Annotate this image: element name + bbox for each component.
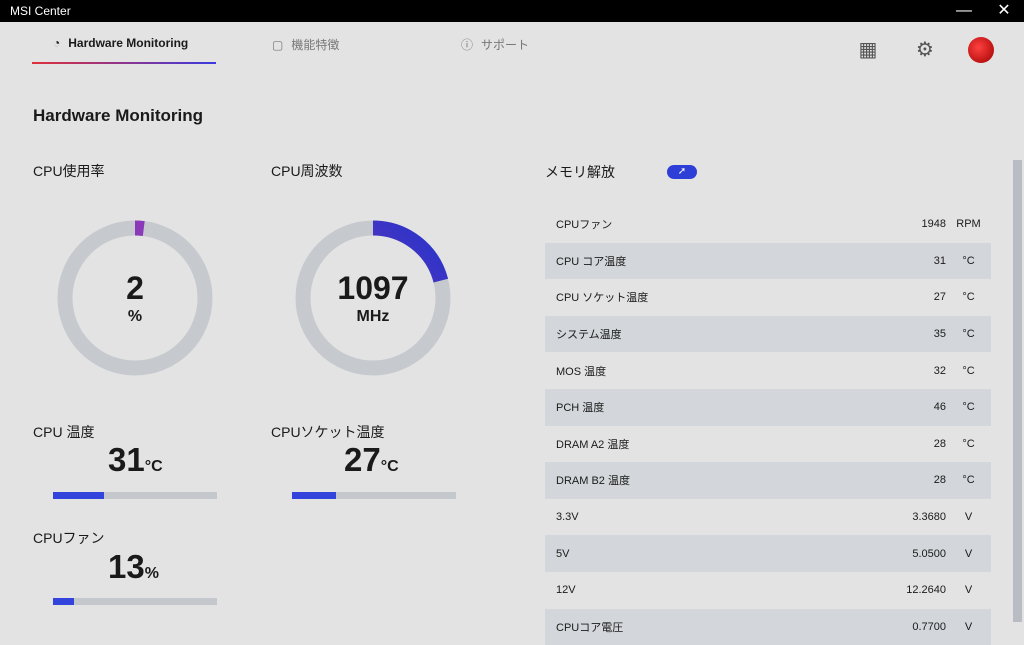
sensor-unit: V xyxy=(964,547,973,560)
sensor-value: 5.0500 xyxy=(912,547,946,560)
sensor-name: CPU ソケット温度 xyxy=(556,292,649,305)
sensor-name: 3.3V xyxy=(556,511,579,524)
sensor-value: 35 xyxy=(933,328,946,341)
sensor-unit: V xyxy=(964,584,973,597)
value: 31 xyxy=(108,441,145,478)
tab-label: Hardware Monitoring xyxy=(68,36,189,50)
gauge-icon: ◔ xyxy=(53,36,61,50)
table-row: CPU コア温度 31 °C xyxy=(545,242,991,280)
sensor-name: CPUファン xyxy=(556,219,613,232)
value: 27 xyxy=(344,441,381,478)
sensor-value: 27 xyxy=(933,291,946,304)
sensor-unit: °C xyxy=(962,291,975,304)
cpu-fan-label: CPUファン xyxy=(33,530,105,546)
title-bar: MSI Center — ✕ xyxy=(0,0,1024,22)
sensor-value: 32 xyxy=(933,364,946,377)
tab-label: 機能特徴 xyxy=(291,38,340,52)
tab-label: サポート xyxy=(481,38,530,52)
page-title: Hardware Monitoring xyxy=(33,106,204,125)
sensor-unit: °C xyxy=(962,401,975,414)
scrollbar[interactable] xyxy=(1013,160,1022,622)
sensor-value: 46 xyxy=(933,401,946,414)
table-row: 12V 12.2640 V xyxy=(545,572,991,609)
tab-hardware-monitoring[interactable]: ◔ Hardware Monitoring xyxy=(53,36,188,50)
cpu-freq-gauge: 1097 MHz xyxy=(293,218,453,378)
table-row: DRAM B2 温度 28 °C xyxy=(545,462,991,499)
cpu-freq-value: 1097 xyxy=(337,270,409,306)
unit: °C xyxy=(144,458,163,475)
cpu-usage-gauge: 2 % xyxy=(55,218,215,378)
table-row: PCH 温度 46 °C xyxy=(545,388,991,426)
memory-release-button[interactable]: ➚ xyxy=(667,165,697,179)
cpu-freq-unit: MHz xyxy=(356,308,390,325)
sensor-unit: V xyxy=(964,620,973,633)
sensor-value: 3.3680 xyxy=(912,511,946,524)
sensor-name: 12V xyxy=(556,584,576,597)
unit: °C xyxy=(380,458,399,475)
table-row: DRAM A2 温度 28 °C xyxy=(545,426,991,463)
sensor-name: CPU コア温度 xyxy=(556,255,627,268)
apps-grid-icon[interactable]: ▦ xyxy=(856,38,880,62)
table-row: MOS 温度 32 °C xyxy=(545,352,991,389)
sensor-unit: RPM xyxy=(956,218,981,231)
cpu-usage-label: CPU使用率 xyxy=(33,163,105,179)
sensor-value: 28 xyxy=(933,437,946,450)
cpu-fan-value: 13% xyxy=(108,548,159,586)
cpu-temp-value: 31°C xyxy=(108,441,163,479)
sensor-table: CPUファン 1948 RPM CPU コア温度 31 °C CPU ソケット温度 27 °C シ… xyxy=(545,206,991,645)
sensor-name: システム温度 xyxy=(556,329,622,342)
sensor-value: 0.7700 xyxy=(912,620,946,633)
sensor-name: 5V xyxy=(556,547,570,560)
sensor-unit: °C xyxy=(962,328,975,341)
sensor-name: PCH 温度 xyxy=(556,402,605,415)
sensor-value: 1948 xyxy=(921,218,946,231)
sensor-unit: °C xyxy=(962,364,975,377)
socket-temp-value: 27°C xyxy=(344,441,399,479)
tab-support[interactable]: ⓘ サポート xyxy=(461,36,529,53)
socket-temp-label: CPUソケット温度 xyxy=(271,424,385,440)
cpu-temp-label: CPU 温度 xyxy=(33,424,95,440)
close-button[interactable]: ✕ xyxy=(984,0,1024,22)
tab-features[interactable]: ▢ 機能特徴 xyxy=(272,36,339,53)
gear-icon[interactable]: ⚙ xyxy=(913,38,937,62)
table-row: 5V 5.0500 V xyxy=(545,535,991,572)
avatar[interactable] xyxy=(968,37,994,63)
cpu-usage-unit: % xyxy=(127,308,143,325)
sensor-name: DRAM A2 温度 xyxy=(556,438,630,451)
sensor-unit: V xyxy=(964,511,973,524)
sensor-unit: °C xyxy=(962,254,975,267)
table-row: CPUコア電圧 0.7700 V xyxy=(545,608,991,645)
sensor-unit: °C xyxy=(962,437,975,450)
memory-release-label: メモリ解放 xyxy=(545,164,615,180)
table-row: 3.3V 3.3680 V xyxy=(545,499,991,536)
cpu-usage-value: 2 xyxy=(126,270,144,306)
sensor-value: 28 xyxy=(933,474,946,487)
cpu-temp-bar xyxy=(53,492,217,499)
sensor-name: CPUコア電圧 xyxy=(556,621,624,634)
socket-temp-bar xyxy=(292,492,456,499)
unit: % xyxy=(144,565,159,582)
minimize-button[interactable]: — xyxy=(944,0,984,22)
table-row: CPUファン 1948 RPM xyxy=(545,206,991,243)
table-row: CPU ソケット温度 27 °C xyxy=(545,279,991,316)
active-tab-indicator xyxy=(32,62,216,64)
sensor-name: MOS 温度 xyxy=(556,365,607,378)
cpu-freq-label: CPU周波数 xyxy=(271,163,343,179)
support-icon: ⓘ xyxy=(461,38,474,52)
window-title: MSI Center xyxy=(10,4,71,18)
table-row: システム温度 35 °C xyxy=(545,315,991,353)
sensor-name: DRAM B2 温度 xyxy=(556,475,630,488)
feature-icon: ▢ xyxy=(272,37,284,52)
sensor-value: 12.2640 xyxy=(906,584,946,597)
cpu-fan-bar xyxy=(53,598,217,605)
sensor-value: 31 xyxy=(933,254,946,267)
value: 13 xyxy=(108,548,145,585)
sensor-unit: °C xyxy=(962,474,975,487)
